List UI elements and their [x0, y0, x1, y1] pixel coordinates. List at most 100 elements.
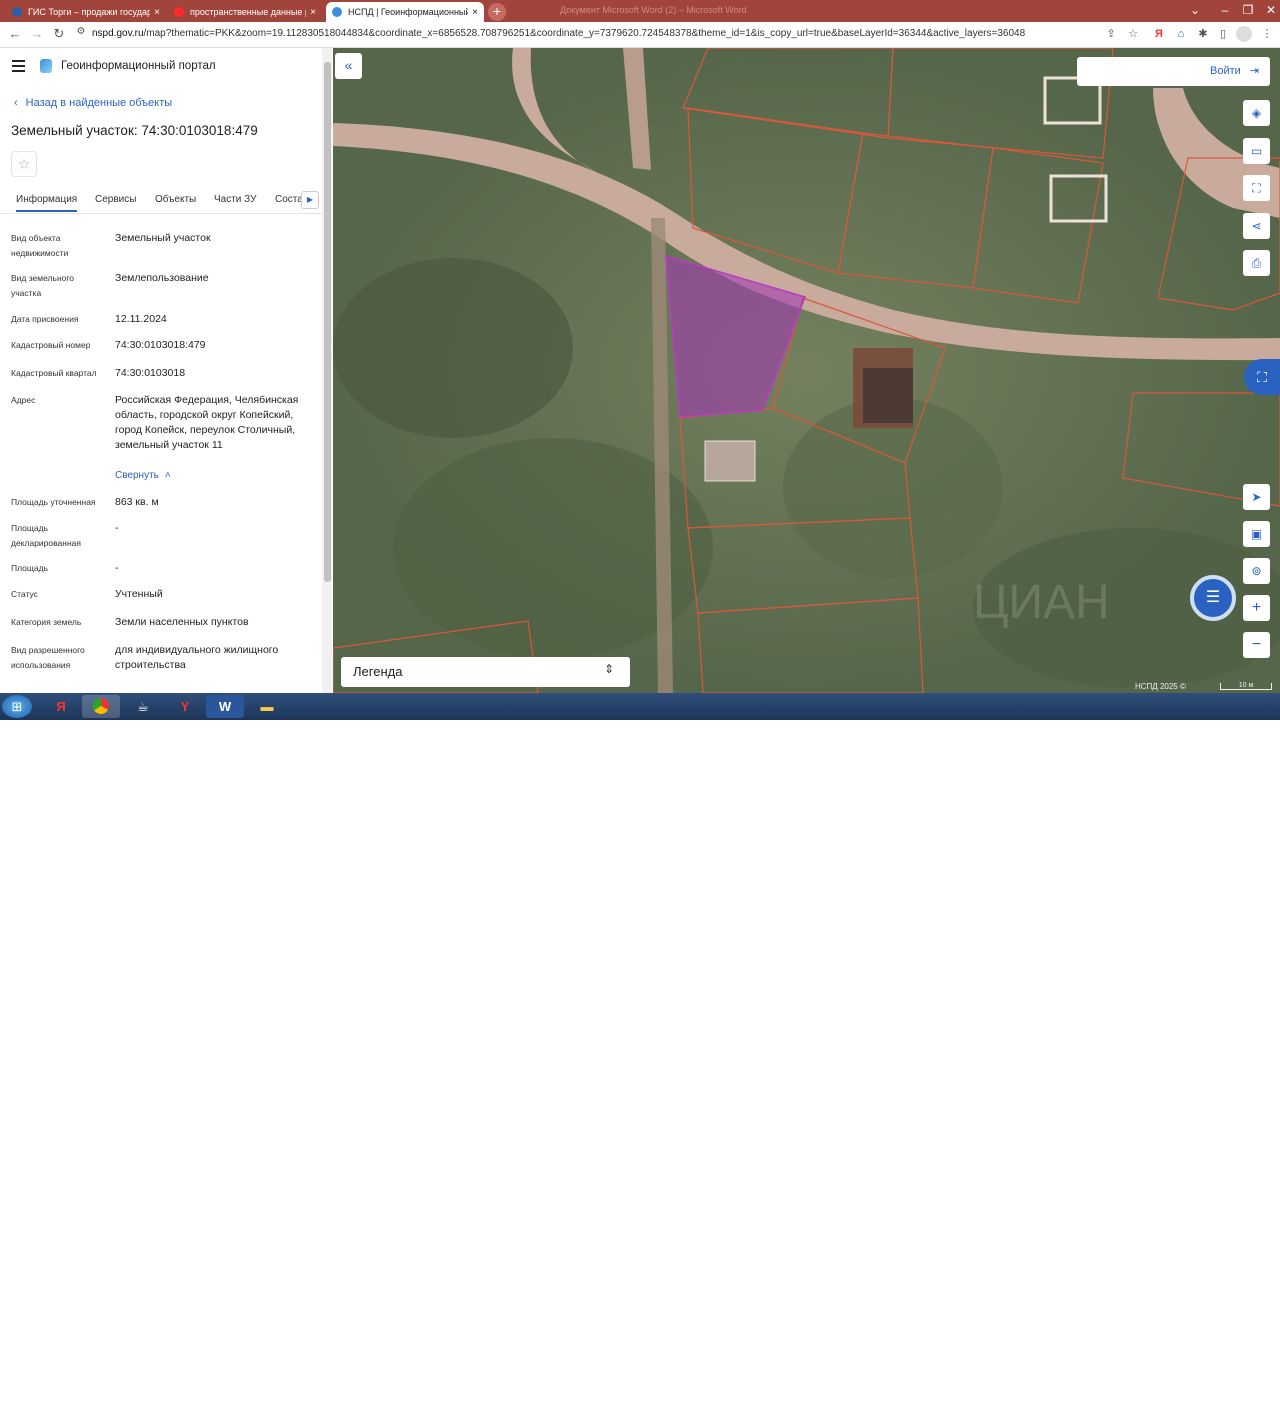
- extensions-puzzle-icon[interactable]: ✱: [1195, 26, 1211, 42]
- tab-composition[interactable]: Соста: [275, 194, 303, 205]
- home-extension-icon[interactable]: ⌂: [1173, 26, 1189, 42]
- field-label: Адрес: [11, 395, 36, 405]
- collapse-panel-button[interactable]: «: [335, 53, 362, 79]
- address-bar-row: ← → ↻ ⚙ nspd.gov.ru/map?thematic=PKK&zoo…: [0, 22, 1280, 48]
- side-panel-icon[interactable]: ▯: [1215, 26, 1231, 42]
- ruler-icon: ▭: [1250, 144, 1263, 158]
- locate-icon: ➤: [1251, 490, 1262, 504]
- chrome-taskbar-icon[interactable]: [82, 695, 120, 718]
- zoom-in-button[interactable]: +: [1243, 595, 1270, 621]
- area-select-button[interactable]: ⛶: [1243, 175, 1270, 201]
- back-arrow-icon[interactable]: ←: [6, 26, 24, 41]
- login-label: Войти: [1210, 65, 1241, 77]
- field-value: 74:30:0103018: [115, 367, 186, 379]
- field-label: Категория земель: [11, 617, 82, 627]
- bookmark-star-icon[interactable]: ☆: [1125, 26, 1141, 42]
- print-button[interactable]: ⎙: [1243, 250, 1270, 276]
- tray-clock[interactable]: 9:50 05.06.2025: [1228, 1390, 1268, 1410]
- layers-button[interactable]: ◈: [1243, 100, 1270, 126]
- field-label: Вид разрешенного использования: [11, 645, 85, 670]
- scale-bar: 10 м: [1220, 682, 1272, 690]
- satellite-map[interactable]: ЦИАН: [333, 48, 1280, 693]
- close-window-icon[interactable]: ✕: [1256, 0, 1280, 22]
- forward-arrow-icon[interactable]: →: [28, 26, 46, 41]
- tab-label: ГИС Торги – продажи государст: [28, 7, 151, 17]
- tab-label: НСПД | Геоинформационный п: [348, 7, 469, 17]
- close-tab-icon[interactable]: ×: [472, 7, 478, 18]
- field-value: Российская Федерация, Челябинская област…: [115, 394, 299, 451]
- tabs-scroll-right-icon[interactable]: ▶: [301, 191, 319, 209]
- menu-burger-icon[interactable]: [12, 60, 25, 75]
- portal-logo-icon: [40, 59, 52, 73]
- share-icon: ⋖: [1251, 219, 1262, 233]
- field-value: для индивидуального жилищного строительс…: [115, 644, 279, 671]
- tab-objects[interactable]: Объекты: [155, 194, 196, 205]
- favorite-star-button[interactable]: ☆: [11, 151, 37, 177]
- map-widget-icon: ⛶: [1257, 369, 1267, 385]
- new-tab-button[interactable]: +: [488, 3, 506, 21]
- double-chevron-left-icon: «: [344, 57, 353, 73]
- back-to-results-link[interactable]: ‹ Назад в найденные объекты: [14, 97, 172, 109]
- gis-torgi-favicon-icon: [12, 7, 22, 17]
- area-select-icon: ⛶: [1252, 181, 1261, 195]
- yandex-favicon-icon: [174, 7, 184, 17]
- expand-chevrons-icon[interactable]: ⇕: [604, 662, 614, 676]
- browser-tab-gis-torgi[interactable]: ГИС Торги – продажи государст ×: [6, 2, 166, 22]
- map-view[interactable]: ЦИАН: [333, 48, 1280, 693]
- login-button[interactable]: Войти ⇥: [1210, 64, 1259, 77]
- field-label: Дата присвоения: [11, 314, 79, 324]
- tab-information[interactable]: Информация: [16, 194, 78, 212]
- tab-search-icon[interactable]: ⌄: [1180, 0, 1210, 22]
- start-button-icon[interactable]: ⊞: [2, 695, 32, 718]
- profile-avatar-icon[interactable]: [1236, 26, 1252, 42]
- yandex-extension-icon[interactable]: Я: [1151, 26, 1167, 42]
- field-value: Землепользование: [115, 272, 209, 284]
- browser-tab-nspd[interactable]: НСПД | Геоинформационный п ×: [326, 2, 484, 22]
- ruler-button[interactable]: ▭: [1243, 138, 1270, 164]
- field-label: Площадь: [11, 563, 49, 573]
- legend-label: Легенда: [353, 664, 403, 679]
- feedback-widget[interactable]: ⛶: [1244, 359, 1280, 395]
- locate-button[interactable]: ➤: [1243, 484, 1270, 510]
- panel-tabs: Информация Сервисы Объекты Части ЗУ Сост…: [0, 190, 322, 214]
- tray-icons[interactable]: ⊡⊡⊡⊡⊡⊡⊡: [1077, 1393, 1166, 1402]
- zoom-out-button[interactable]: −: [1243, 632, 1270, 658]
- panel-scrollbar-thumb[interactable]: [324, 62, 331, 582]
- keyboard-layout[interactable]: RU: [1056, 1393, 1068, 1402]
- chat-button[interactable]: ☰: [1190, 575, 1236, 621]
- yandex-taskbar-icon[interactable]: Я: [42, 695, 80, 718]
- collapse-address-link[interactable]: Свернуть ˄: [115, 470, 171, 481]
- back-link-label: Назад в найденные объекты: [25, 97, 173, 109]
- close-tab-icon[interactable]: ×: [154, 7, 160, 18]
- nspd-favicon-icon: [332, 7, 342, 17]
- url-path: /map?thematic=PKK&zoom=19.11283051804483…: [143, 28, 1026, 39]
- field-label: Кадастровый номер: [11, 340, 91, 350]
- explorer-taskbar-icon[interactable]: ▬: [248, 695, 286, 718]
- collapse-link-label: Свернуть: [115, 470, 159, 481]
- field-label: Вид объекта недвижимости: [11, 233, 69, 258]
- browser-menu-icon[interactable]: ⋮: [1259, 26, 1275, 42]
- close-tab-icon[interactable]: ×: [310, 7, 316, 18]
- tab-parts[interactable]: Части ЗУ: [214, 194, 256, 205]
- clock-time: 9:50: [1237, 1390, 1253, 1399]
- field-value: 863 кв. м: [115, 496, 159, 508]
- share-map-button[interactable]: ⋖: [1243, 213, 1270, 239]
- field-value: -: [115, 522, 119, 534]
- share-page-icon[interactable]: ⇪: [1103, 26, 1119, 42]
- word-taskbar-icon[interactable]: W: [206, 695, 244, 718]
- field-label: Кадастровый квартал: [11, 368, 97, 378]
- url-field[interactable]: nspd.gov.ru/map?thematic=PKK&zoom=19.112…: [92, 28, 1025, 39]
- geo-search-button[interactable]: ⊚: [1243, 558, 1270, 584]
- field-value: -: [115, 562, 119, 574]
- field-label: Вид земельного участка: [11, 273, 75, 298]
- site-info-icon[interactable]: ⚙: [72, 26, 90, 37]
- field-value: 12.11.2024: [115, 313, 167, 325]
- browser-tab-yandex[interactable]: пространственные данные рос ×: [168, 2, 322, 22]
- yandex-browser-taskbar-icon[interactable]: Y: [166, 695, 204, 718]
- java-taskbar-icon[interactable]: ☕: [124, 695, 162, 718]
- tab-services[interactable]: Сервисы: [95, 194, 136, 205]
- reload-icon[interactable]: ↻: [50, 26, 68, 42]
- minimap-button[interactable]: ▣: [1243, 521, 1270, 547]
- url-host: nspd.gov.ru: [92, 28, 144, 39]
- map-attribution: НСПД 2025 ©: [1135, 682, 1186, 691]
